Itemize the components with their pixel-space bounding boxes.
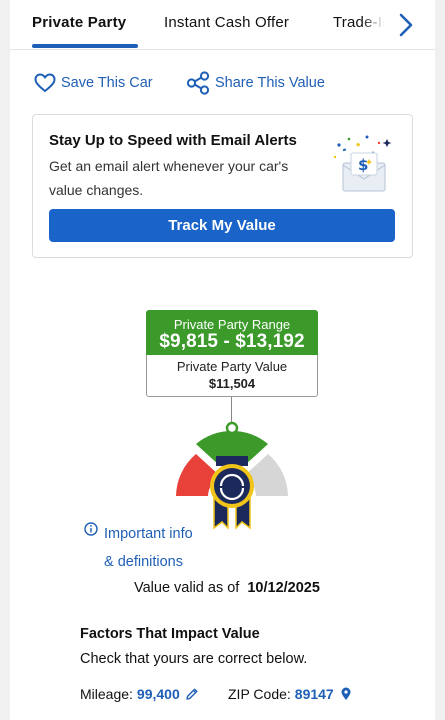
important-info-line1: Important info xyxy=(104,526,193,542)
envelope-money-icon: $ xyxy=(333,135,392,192)
share-icon xyxy=(186,71,210,95)
mileage-label: Mileage: xyxy=(80,686,133,702)
heart-icon xyxy=(34,73,56,93)
share-value-button[interactable]: Share This Value xyxy=(186,70,325,96)
range-value: $9,815 - $13,192 xyxy=(159,331,305,352)
email-alerts-title: Stay Up to Speed with Email Alerts xyxy=(49,132,297,149)
mileage-value[interactable]: 99,400 xyxy=(137,686,180,702)
range-title: Private Party Range xyxy=(173,317,291,332)
email-alerts-card: Stay Up to Speed with Email Alerts Get a… xyxy=(32,114,413,258)
mileage-row: Mileage: 99,400 xyxy=(80,686,199,702)
pencil-icon[interactable] xyxy=(185,687,199,701)
active-tab-indicator xyxy=(32,44,138,48)
page: Private Party Instant Cash Offer Trade-I… xyxy=(0,0,445,720)
gauge-pointer-dot xyxy=(225,421,239,435)
important-info-line2: & definitions xyxy=(104,554,183,570)
share-value-label: Share This Value xyxy=(215,75,325,91)
zip-label: ZIP Code: xyxy=(228,686,291,702)
value-gauge xyxy=(176,421,288,530)
tabs-next-button[interactable] xyxy=(392,10,418,40)
tab-bar: Private Party Instant Cash Offer Trade-I… xyxy=(10,0,435,50)
value-amount: $11,504 xyxy=(208,376,256,391)
tab-private-party[interactable]: Private Party xyxy=(32,14,126,31)
value-title: Private Party Value xyxy=(176,359,288,374)
save-car-label: Save This Car xyxy=(61,75,153,91)
tab-instant-cash-offer[interactable]: Instant Cash Offer xyxy=(164,14,289,31)
email-alerts-description: Get an email alert whenever your car's v… xyxy=(49,158,289,198)
private-party-range-box: Private Party Range $9,815 - $13,192 xyxy=(146,310,318,355)
valid-date: 10/12/2025 xyxy=(247,580,320,596)
info-icon xyxy=(84,522,98,536)
factors-subtitle: Check that yours are correct below. xyxy=(80,651,308,667)
chevron-right-icon xyxy=(399,13,413,37)
factors-title: Factors That Impact Value xyxy=(80,626,260,642)
value-valid-date: Value valid as of 10/12/2025 xyxy=(134,580,320,596)
private-party-value-box: Private Party Value $11,504 xyxy=(146,355,318,397)
valid-label: Value valid as of xyxy=(134,580,240,596)
zip-value[interactable]: 89147 xyxy=(295,686,334,702)
location-pin-icon[interactable] xyxy=(339,687,353,701)
track-my-value-button[interactable]: Track My Value xyxy=(49,209,395,242)
tab-fade-overlay xyxy=(362,6,392,42)
svg-text:$: $ xyxy=(358,156,368,174)
zip-row: ZIP Code: 89147 xyxy=(228,686,353,702)
save-car-button[interactable]: Save This Car xyxy=(34,70,153,96)
